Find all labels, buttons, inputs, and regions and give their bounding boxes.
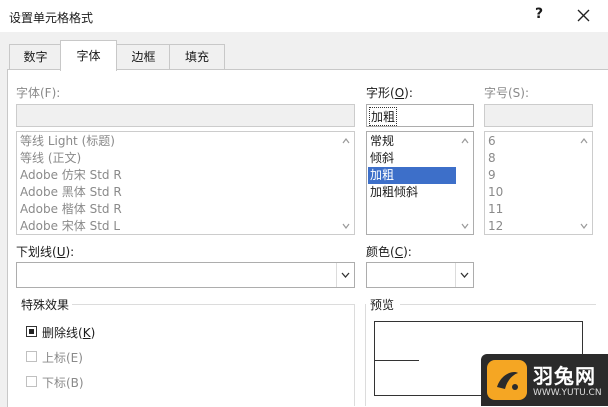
- font-label: 字体(F):: [16, 86, 61, 100]
- tab-fill[interactable]: 填充: [169, 44, 225, 69]
- list-item[interactable]: 等线 (正文): [20, 150, 81, 167]
- color-label: 颜色(C):: [366, 245, 412, 259]
- list-item[interactable]: Adobe 宋体 Std L: [20, 218, 120, 234]
- list-item[interactable]: Adobe 仿宋 Std R: [20, 167, 122, 184]
- color-select[interactable]: [366, 262, 474, 288]
- list-item[interactable]: 11: [488, 201, 503, 218]
- preview-group-left-border: [365, 304, 366, 406]
- list-item[interactable]: 12: [488, 218, 503, 234]
- size-list[interactable]: 6 8 9 10 11 12: [484, 131, 593, 235]
- scroll-down-icon[interactable]: [342, 222, 350, 230]
- font-input[interactable]: [16, 104, 355, 127]
- superscript-checkbox[interactable]: [26, 351, 37, 362]
- list-item[interactable]: 8: [488, 150, 496, 167]
- chevron-down-icon: [460, 272, 469, 278]
- style-label: 字形(O):: [366, 86, 413, 100]
- size-input[interactable]: [484, 104, 593, 127]
- list-item[interactable]: 9: [488, 167, 496, 184]
- subscript-checkbox[interactable]: [26, 376, 37, 387]
- chevron-down-icon: [341, 272, 350, 278]
- list-item[interactable]: Adobe 楷体 Std R: [20, 201, 122, 218]
- close-button[interactable]: [572, 4, 594, 26]
- list-item[interactable]: 加粗倾斜: [370, 184, 418, 201]
- font-list[interactable]: 等线 Light (标题) 等线 (正文) Adobe 仿宋 Std R Ado…: [16, 131, 355, 235]
- strikethrough-checkbox[interactable]: [26, 326, 37, 337]
- strikethrough-label[interactable]: 删除线(K): [42, 324, 95, 341]
- superscript-label[interactable]: 上标(E): [42, 349, 83, 366]
- size-label: 字号(S):: [484, 86, 530, 100]
- list-item[interactable]: 6: [488, 133, 496, 150]
- style-list-scrollbar[interactable]: [457, 132, 473, 234]
- tab-font[interactable]: 字体: [60, 40, 117, 71]
- tab-number[interactable]: 数字: [9, 44, 62, 69]
- underline-dropdown-button[interactable]: [336, 263, 354, 287]
- color-dropdown-button[interactable]: [455, 263, 473, 287]
- font-list-scrollbar[interactable]: [338, 132, 354, 234]
- preview-group-divider: [400, 304, 596, 305]
- effects-group-title: 特殊效果: [21, 298, 70, 312]
- checkbox-fill: [29, 329, 34, 334]
- scroll-down-icon[interactable]: [461, 222, 469, 230]
- subscript-label[interactable]: 下标(B): [42, 374, 84, 391]
- size-list-scrollbar[interactable]: [576, 132, 592, 234]
- preview-baseline: [375, 360, 419, 361]
- list-item[interactable]: 倾斜: [370, 150, 394, 167]
- dialog-title: 设置单元格格式: [9, 11, 94, 25]
- underline-label: 下划线(U):: [16, 245, 75, 259]
- list-item[interactable]: Adobe 黑体 Std R: [20, 184, 122, 201]
- effects-group-divider: [72, 304, 354, 305]
- preview-group-title: 预览: [370, 298, 395, 312]
- watermark-logo: 羽兔网 WWW.YUTU.CN: [481, 354, 608, 406]
- yutu-logo-icon: [487, 360, 527, 400]
- list-item[interactable]: 等线 Light (标题): [20, 133, 115, 150]
- help-button[interactable]: ?: [531, 6, 547, 22]
- tab-border[interactable]: 边框: [116, 44, 171, 69]
- style-input[interactable]: 加粗: [366, 104, 474, 127]
- watermark-url: WWW.YUTU.CN: [533, 388, 602, 398]
- watermark-name: 羽兔网: [533, 364, 596, 388]
- underline-select[interactable]: [16, 262, 355, 288]
- scroll-up-icon[interactable]: [342, 137, 350, 145]
- effects-group-right-border: [354, 304, 355, 406]
- scroll-down-icon[interactable]: [580, 222, 588, 230]
- list-item-selected[interactable]: 加粗: [368, 167, 456, 184]
- close-icon: [577, 9, 590, 22]
- list-item[interactable]: 10: [488, 184, 503, 201]
- scroll-up-icon[interactable]: [461, 137, 469, 145]
- scroll-up-icon[interactable]: [580, 137, 588, 145]
- style-list[interactable]: 常规 倾斜 加粗 加粗倾斜: [366, 131, 474, 235]
- list-item[interactable]: 常规: [370, 133, 394, 150]
